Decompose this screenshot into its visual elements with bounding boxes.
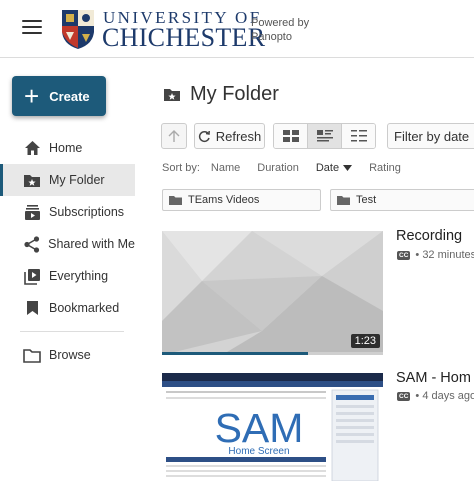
watch-progress-bar [162,352,308,355]
session-title-link[interactable]: SAM - Hom [396,370,471,386]
sidebar-item-label: Home [49,141,83,155]
subfolder-item[interactable]: Test [330,189,474,211]
hamburger-menu-icon[interactable] [22,20,42,36]
sidebar-item-label: Subscriptions [49,205,125,219]
session-thumbnail[interactable]: 1:23 [162,231,383,355]
subscriptions-icon [22,202,42,222]
sidebar-item-everything[interactable]: Everything [0,260,135,292]
home-icon [22,138,42,158]
sort-bar: Sort by: Name Duration Date Rating [162,162,418,174]
filter-by-date-button[interactable]: Filter by date [387,123,474,149]
captions-icon: CC [397,391,411,401]
main-content: My Folder Refresh Filter by date Sort by… [145,59,474,481]
brand-name-bottom: CHICHESTER [102,23,266,52]
session-meta: CC • 32 minutes [397,249,474,261]
plus-icon: + [24,81,40,111]
refresh-label: Refresh [215,128,262,144]
starred-folder-icon [164,89,180,101]
sidebar-item-label: Browse [49,348,91,362]
sidebar-item-label: Bookmarked [49,301,120,315]
page-title: My Folder [163,83,279,106]
sidebar: + Create Home My Folder Subscriptions Sh… [0,59,145,481]
powered-by-text: Powered by Panopto [251,17,310,43]
sort-option-date[interactable]: Date [316,162,339,174]
session-age: 4 days ago [422,390,474,402]
sidebar-item-browse[interactable]: Browse [0,339,135,371]
folder-icon [169,196,182,205]
university-crest-logo[interactable] [60,8,96,50]
top-header: UNIVERSITY OF CHICHESTER Powered by Pano… [0,0,474,58]
folder-title-text: My Folder [190,83,279,105]
sidebar-item-label: Everything [49,269,109,283]
sidebar-item-subscriptions[interactable]: Subscriptions [0,196,135,228]
sidebar-item-home[interactable]: Home [0,132,135,164]
captions-icon: CC [397,250,411,260]
session-thumbnail[interactable]: SAM Home Screen [162,373,383,481]
sort-by-label: Sort by: [162,162,200,174]
video-thumbnail-image [162,231,383,355]
subfolder-item[interactable]: TEams Videos [162,189,321,211]
sort-option-rating[interactable]: Rating [369,162,401,174]
subfolder-name: TEams Videos [188,194,260,206]
list-view-button[interactable] [342,124,375,148]
sidebar-item-label: Shared with Me [48,237,135,251]
folder-outline-icon [22,345,42,365]
refresh-icon [198,130,210,142]
sort-option-name[interactable]: Name [211,162,240,174]
arrow-up-icon [168,129,180,142]
tile-view-button[interactable] [274,124,308,148]
detail-list-icon [316,130,333,142]
folder-icon [337,196,350,205]
create-button-label: Create [49,88,90,104]
bullet-separator: • [415,249,423,261]
sidebar-item-bookmarked[interactable]: Bookmarked [0,292,135,324]
subfolder-name: Test [356,194,377,206]
thumbnail-heading: SAM [215,405,304,451]
session-age: 32 minutes [422,249,474,261]
bullet-separator: • [415,390,423,402]
refresh-button[interactable]: Refresh [194,123,265,149]
share-icon [22,234,41,254]
sidebar-item-shared-with-me[interactable]: Shared with Me [0,228,135,260]
list-icon [350,130,367,142]
session-title-link[interactable]: Recording [396,228,462,244]
starred-folder-icon [22,170,42,190]
detail-view-button[interactable] [308,124,342,148]
create-button[interactable]: + Create [12,76,106,116]
caret-down-icon[interactable] [343,165,353,171]
thumbnail-subheading: Home Screen [228,446,289,457]
video-thumbnail-image: SAM Home Screen [162,373,383,481]
sidebar-divider [20,331,124,332]
sidebar-item-label: My Folder [49,173,105,187]
bookmark-icon [22,298,42,318]
duration-badge: 1:23 [350,334,380,348]
grid-icon [282,130,299,142]
filter-label: Filter by date [394,128,470,144]
up-button[interactable] [161,123,187,149]
session-meta: CC • 4 days ago [397,390,474,402]
sidebar-item-my-folder[interactable]: My Folder [0,164,135,196]
play-stack-icon [22,266,42,286]
view-toggle-group [273,123,376,149]
sort-option-duration[interactable]: Duration [257,162,299,174]
